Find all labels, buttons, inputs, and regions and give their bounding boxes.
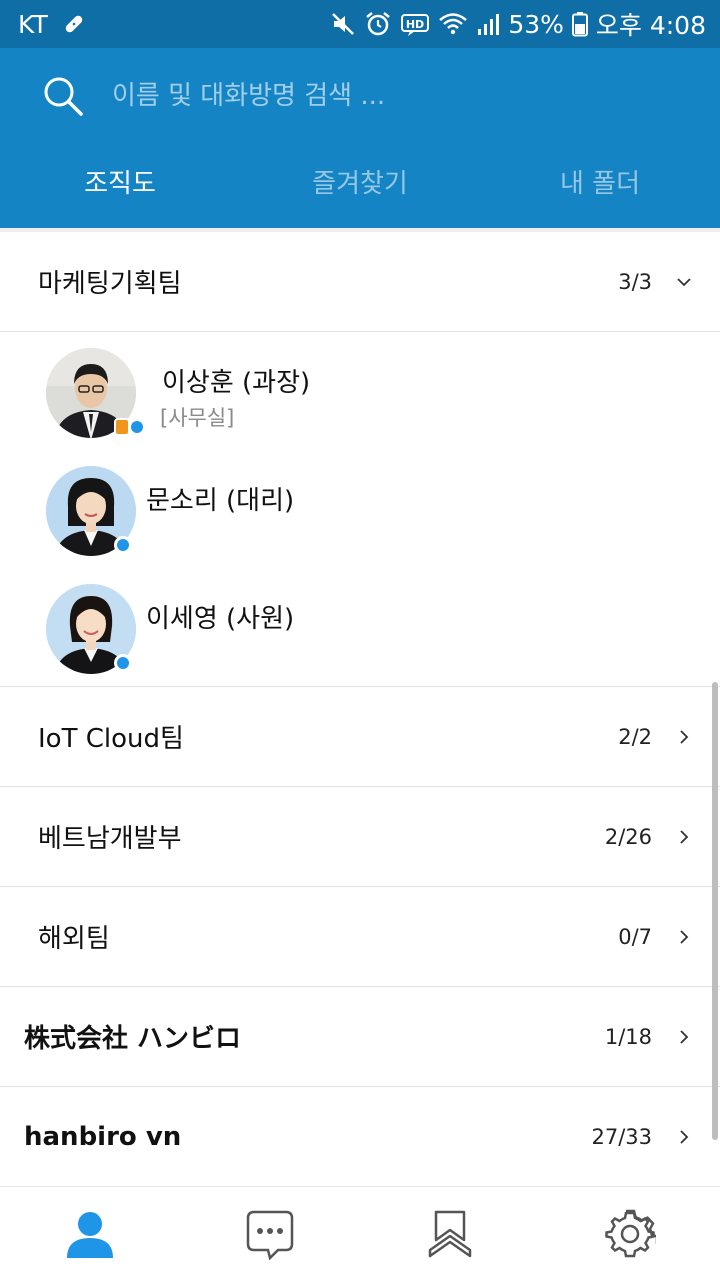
group-count: 2/26 xyxy=(604,824,652,849)
member-location: [사무실] xyxy=(160,406,235,430)
member-name: 문소리 (대리) xyxy=(146,486,295,516)
search-input[interactable] xyxy=(112,81,632,111)
battery-icon xyxy=(571,11,588,37)
group-name: IoT Cloud팀 xyxy=(38,724,184,754)
gear-icon xyxy=(604,1208,656,1260)
online-status-icon xyxy=(128,418,146,436)
group-count: 27/33 xyxy=(591,1124,652,1149)
carrier-label: KT xyxy=(18,9,48,39)
svg-text:HD: HD xyxy=(406,18,424,31)
member-name: 이상훈 (과장) xyxy=(162,368,311,398)
nav-bookmarks[interactable] xyxy=(360,1187,540,1280)
group-name: 베트남개발부 xyxy=(38,824,182,854)
group-count: 3/3 xyxy=(618,269,652,294)
company-row-hanbiro-japan[interactable]: 株式会社 ハンビロ 1/18 xyxy=(0,987,720,1087)
org-tree-list: 마케팅기획팀 3/3 이상훈 (과장) [사무실] 문소리 (대리) 이세영 (… xyxy=(0,228,720,1186)
nav-settings[interactable] xyxy=(540,1187,720,1280)
chevron-right-icon[interactable] xyxy=(676,929,692,945)
tab-my-folder[interactable]: 내 폴더 xyxy=(480,158,720,210)
member-row[interactable]: 문소리 (대리) xyxy=(0,450,720,568)
group-count: 1/18 xyxy=(604,1024,652,1049)
alarm-icon xyxy=(364,10,392,38)
signal-icon xyxy=(476,11,500,37)
person-icon xyxy=(64,1208,116,1260)
search-icon[interactable] xyxy=(42,75,84,117)
battery-percent: 53% xyxy=(508,9,564,39)
group-row-iot-cloud[interactable]: IoT Cloud팀 2/2 xyxy=(0,687,720,787)
online-status-icon xyxy=(114,536,132,554)
nav-chat[interactable] xyxy=(180,1187,360,1280)
nav-organization[interactable] xyxy=(0,1187,180,1280)
member-row[interactable]: 이세영 (사원) xyxy=(0,568,720,686)
chevron-right-icon[interactable] xyxy=(676,1029,692,1045)
chevron-right-icon[interactable] xyxy=(676,829,692,845)
scrollbar[interactable] xyxy=(712,682,718,1140)
group-row-marketing[interactable]: 마케팅기획팀 3/3 xyxy=(0,228,720,332)
clock: 오후 4:08 xyxy=(595,11,706,40)
bottom-nav xyxy=(0,1186,720,1280)
company-row-hanbiro-vn[interactable]: hanbiro vn 27/33 xyxy=(0,1087,720,1186)
group-name: 해외팀 xyxy=(38,924,110,954)
tab-org-chart[interactable]: 조직도 xyxy=(0,158,240,210)
chevron-right-icon[interactable] xyxy=(676,1129,692,1145)
group-row-vietnam-dev[interactable]: 베트남개발부 2/26 xyxy=(0,787,720,887)
tab-bar: 조직도 즐겨찾기 내 폴더 xyxy=(0,158,720,210)
search-bar[interactable] xyxy=(42,74,682,118)
group-count: 2/2 xyxy=(618,724,652,749)
company-name: 株式会社 ハンビロ xyxy=(24,1024,242,1054)
chevron-right-icon[interactable] xyxy=(676,729,692,745)
bandage-icon xyxy=(62,12,86,36)
hd-icon: HD xyxy=(400,11,430,37)
tab-favorites[interactable]: 즐겨찾기 xyxy=(240,158,480,210)
company-name: hanbiro vn xyxy=(24,1121,182,1152)
wifi-icon xyxy=(438,11,468,37)
member-name: 이세영 (사원) xyxy=(146,604,295,634)
group-count: 0/7 xyxy=(618,924,652,949)
chevron-down-icon[interactable] xyxy=(676,274,692,290)
online-status-icon xyxy=(114,654,132,672)
group-row-overseas[interactable]: 해외팀 0/7 xyxy=(0,887,720,987)
member-row[interactable]: 이상훈 (과장) [사무실] xyxy=(0,332,720,450)
chat-bubble-icon xyxy=(244,1208,296,1260)
mute-icon xyxy=(330,11,356,37)
bookmark-icon xyxy=(426,1208,474,1260)
group-name: 마케팅기획팀 xyxy=(38,269,182,299)
member-list: 이상훈 (과장) [사무실] 문소리 (대리) 이세영 (사원) xyxy=(0,332,720,687)
status-bar: KT HD 53% 오후 4:08 xyxy=(0,0,720,48)
app-bar: 조직도 즐겨찾기 내 폴더 xyxy=(0,48,720,228)
